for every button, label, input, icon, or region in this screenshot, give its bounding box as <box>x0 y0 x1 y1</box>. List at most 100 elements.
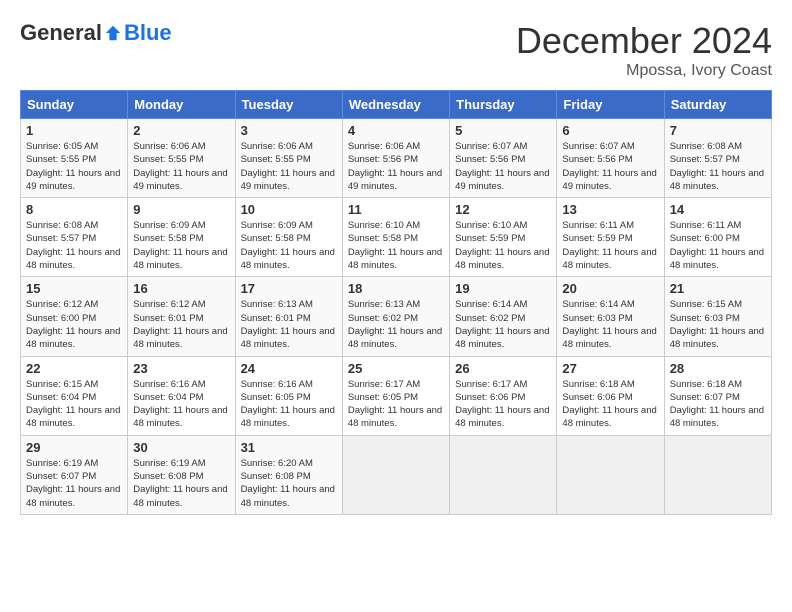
day-info: Sunrise: 6:17 AM Sunset: 6:05 PM Dayligh… <box>348 378 444 431</box>
col-header-thursday: Thursday <box>450 91 557 119</box>
day-number: 19 <box>455 281 551 296</box>
calendar-week-row: 15 Sunrise: 6:12 AM Sunset: 6:00 PM Dayl… <box>21 277 772 356</box>
calendar-week-row: 1 Sunrise: 6:05 AM Sunset: 5:55 PM Dayli… <box>21 119 772 198</box>
day-number: 27 <box>562 361 658 376</box>
day-info: Sunrise: 6:07 AM Sunset: 5:56 PM Dayligh… <box>455 140 551 193</box>
col-header-monday: Monday <box>128 91 235 119</box>
calendar-cell: 25 Sunrise: 6:17 AM Sunset: 6:05 PM Dayl… <box>342 356 449 435</box>
calendar-cell: 7 Sunrise: 6:08 AM Sunset: 5:57 PM Dayli… <box>664 119 771 198</box>
calendar-cell: 11 Sunrise: 6:10 AM Sunset: 5:58 PM Dayl… <box>342 198 449 277</box>
day-number: 14 <box>670 202 766 217</box>
logo-blue: Blue <box>124 20 172 46</box>
day-number: 31 <box>241 440 337 455</box>
day-number: 9 <box>133 202 229 217</box>
day-info: Sunrise: 6:18 AM Sunset: 6:07 PM Dayligh… <box>670 378 766 431</box>
day-number: 13 <box>562 202 658 217</box>
day-number: 15 <box>26 281 122 296</box>
day-info: Sunrise: 6:06 AM Sunset: 5:56 PM Dayligh… <box>348 140 444 193</box>
day-info: Sunrise: 6:07 AM Sunset: 5:56 PM Dayligh… <box>562 140 658 193</box>
day-number: 17 <box>241 281 337 296</box>
day-info: Sunrise: 6:19 AM Sunset: 6:07 PM Dayligh… <box>26 457 122 510</box>
day-number: 3 <box>241 123 337 138</box>
day-number: 21 <box>670 281 766 296</box>
day-info: Sunrise: 6:08 AM Sunset: 5:57 PM Dayligh… <box>670 140 766 193</box>
day-info: Sunrise: 6:12 AM Sunset: 6:00 PM Dayligh… <box>26 298 122 351</box>
calendar-cell <box>342 435 449 514</box>
day-info: Sunrise: 6:05 AM Sunset: 5:55 PM Dayligh… <box>26 140 122 193</box>
logo-general: General <box>20 20 102 46</box>
day-number: 23 <box>133 361 229 376</box>
calendar-cell: 1 Sunrise: 6:05 AM Sunset: 5:55 PM Dayli… <box>21 119 128 198</box>
day-info: Sunrise: 6:14 AM Sunset: 6:02 PM Dayligh… <box>455 298 551 351</box>
calendar-cell: 12 Sunrise: 6:10 AM Sunset: 5:59 PM Dayl… <box>450 198 557 277</box>
day-number: 5 <box>455 123 551 138</box>
day-number: 4 <box>348 123 444 138</box>
calendar-cell: 29 Sunrise: 6:19 AM Sunset: 6:07 PM Dayl… <box>21 435 128 514</box>
calendar-header-row: SundayMondayTuesdayWednesdayThursdayFrid… <box>21 91 772 119</box>
calendar-cell: 24 Sunrise: 6:16 AM Sunset: 6:05 PM Dayl… <box>235 356 342 435</box>
day-number: 7 <box>670 123 766 138</box>
calendar-cell: 5 Sunrise: 6:07 AM Sunset: 5:56 PM Dayli… <box>450 119 557 198</box>
day-info: Sunrise: 6:09 AM Sunset: 5:58 PM Dayligh… <box>241 219 337 272</box>
day-number: 24 <box>241 361 337 376</box>
month-title: December 2024 <box>516 20 772 62</box>
day-number: 20 <box>562 281 658 296</box>
calendar-cell: 22 Sunrise: 6:15 AM Sunset: 6:04 PM Dayl… <box>21 356 128 435</box>
col-header-saturday: Saturday <box>664 91 771 119</box>
calendar-cell: 20 Sunrise: 6:14 AM Sunset: 6:03 PM Dayl… <box>557 277 664 356</box>
day-number: 6 <box>562 123 658 138</box>
calendar-cell: 18 Sunrise: 6:13 AM Sunset: 6:02 PM Dayl… <box>342 277 449 356</box>
day-number: 22 <box>26 361 122 376</box>
day-number: 16 <box>133 281 229 296</box>
calendar-cell: 21 Sunrise: 6:15 AM Sunset: 6:03 PM Dayl… <box>664 277 771 356</box>
logo-icon <box>104 24 122 42</box>
logo: General Blue <box>20 20 172 46</box>
day-info: Sunrise: 6:16 AM Sunset: 6:05 PM Dayligh… <box>241 378 337 431</box>
day-number: 1 <box>26 123 122 138</box>
day-info: Sunrise: 6:08 AM Sunset: 5:57 PM Dayligh… <box>26 219 122 272</box>
calendar-week-row: 29 Sunrise: 6:19 AM Sunset: 6:07 PM Dayl… <box>21 435 772 514</box>
calendar-cell: 26 Sunrise: 6:17 AM Sunset: 6:06 PM Dayl… <box>450 356 557 435</box>
day-info: Sunrise: 6:16 AM Sunset: 6:04 PM Dayligh… <box>133 378 229 431</box>
day-info: Sunrise: 6:11 AM Sunset: 5:59 PM Dayligh… <box>562 219 658 272</box>
calendar-cell: 13 Sunrise: 6:11 AM Sunset: 5:59 PM Dayl… <box>557 198 664 277</box>
col-header-friday: Friday <box>557 91 664 119</box>
calendar-week-row: 22 Sunrise: 6:15 AM Sunset: 6:04 PM Dayl… <box>21 356 772 435</box>
day-number: 18 <box>348 281 444 296</box>
day-info: Sunrise: 6:11 AM Sunset: 6:00 PM Dayligh… <box>670 219 766 272</box>
day-number: 30 <box>133 440 229 455</box>
calendar-cell: 10 Sunrise: 6:09 AM Sunset: 5:58 PM Dayl… <box>235 198 342 277</box>
calendar-cell: 31 Sunrise: 6:20 AM Sunset: 6:08 PM Dayl… <box>235 435 342 514</box>
day-number: 11 <box>348 202 444 217</box>
location: Mpossa, Ivory Coast <box>516 62 772 80</box>
day-number: 29 <box>26 440 122 455</box>
day-info: Sunrise: 6:18 AM Sunset: 6:06 PM Dayligh… <box>562 378 658 431</box>
day-info: Sunrise: 6:13 AM Sunset: 6:01 PM Dayligh… <box>241 298 337 351</box>
col-header-wednesday: Wednesday <box>342 91 449 119</box>
day-info: Sunrise: 6:19 AM Sunset: 6:08 PM Dayligh… <box>133 457 229 510</box>
calendar-week-row: 8 Sunrise: 6:08 AM Sunset: 5:57 PM Dayli… <box>21 198 772 277</box>
calendar-cell: 15 Sunrise: 6:12 AM Sunset: 6:00 PM Dayl… <box>21 277 128 356</box>
day-info: Sunrise: 6:09 AM Sunset: 5:58 PM Dayligh… <box>133 219 229 272</box>
calendar-cell: 6 Sunrise: 6:07 AM Sunset: 5:56 PM Dayli… <box>557 119 664 198</box>
col-header-sunday: Sunday <box>21 91 128 119</box>
day-info: Sunrise: 6:20 AM Sunset: 6:08 PM Dayligh… <box>241 457 337 510</box>
calendar-table: SundayMondayTuesdayWednesdayThursdayFrid… <box>20 90 772 515</box>
calendar-cell: 2 Sunrise: 6:06 AM Sunset: 5:55 PM Dayli… <box>128 119 235 198</box>
calendar-cell: 23 Sunrise: 6:16 AM Sunset: 6:04 PM Dayl… <box>128 356 235 435</box>
day-info: Sunrise: 6:15 AM Sunset: 6:03 PM Dayligh… <box>670 298 766 351</box>
calendar-cell <box>557 435 664 514</box>
title-section: December 2024 Mpossa, Ivory Coast <box>516 20 772 80</box>
day-number: 12 <box>455 202 551 217</box>
day-info: Sunrise: 6:12 AM Sunset: 6:01 PM Dayligh… <box>133 298 229 351</box>
day-info: Sunrise: 6:15 AM Sunset: 6:04 PM Dayligh… <box>26 378 122 431</box>
calendar-cell: 8 Sunrise: 6:08 AM Sunset: 5:57 PM Dayli… <box>21 198 128 277</box>
day-number: 28 <box>670 361 766 376</box>
day-info: Sunrise: 6:06 AM Sunset: 5:55 PM Dayligh… <box>241 140 337 193</box>
calendar-cell: 19 Sunrise: 6:14 AM Sunset: 6:02 PM Dayl… <box>450 277 557 356</box>
col-header-tuesday: Tuesday <box>235 91 342 119</box>
day-number: 2 <box>133 123 229 138</box>
day-info: Sunrise: 6:10 AM Sunset: 5:58 PM Dayligh… <box>348 219 444 272</box>
day-info: Sunrise: 6:17 AM Sunset: 6:06 PM Dayligh… <box>455 378 551 431</box>
calendar-cell <box>664 435 771 514</box>
